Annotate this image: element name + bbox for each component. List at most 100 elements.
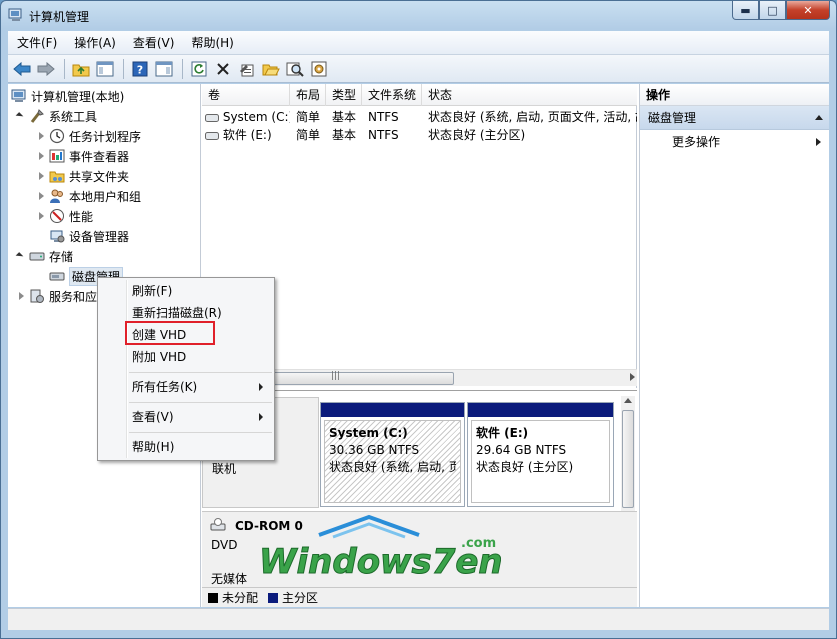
expanded-arrow-icon[interactable] (16, 111, 26, 121)
table-row[interactable]: 软件 (E:) 简单 基本 NTFS 状态良好 (主分区) (202, 126, 637, 144)
legend-unallocated: 未分配 (222, 591, 259, 605)
partition-c[interactable]: System (C:) 30.36 GB NTFS 状态良好 (系统, 启动, … (320, 402, 465, 507)
context-item-all-tasks[interactable]: 所有任务(K) (101, 376, 271, 398)
primary-partition-bar (468, 403, 613, 417)
menu-action[interactable]: 操作(A) (65, 32, 124, 54)
open-folder-button[interactable] (260, 58, 282, 80)
primary-partition-bar (321, 403, 464, 417)
disk-settings-icon (311, 61, 327, 76)
tree-item-device-manager[interactable]: 设备管理器 (49, 226, 129, 246)
maximize-icon: □ (767, 3, 778, 17)
context-item-label: 所有任务(K) (132, 380, 198, 394)
menu-separator (129, 402, 272, 403)
forward-button[interactable] (35, 58, 57, 80)
collapsed-arrow-icon[interactable] (36, 191, 46, 201)
collapsed-arrow-icon[interactable] (36, 211, 46, 221)
toolbar: ? (8, 55, 829, 83)
disk-management-icon (49, 272, 65, 281)
column-header-volume[interactable]: 卷 (202, 84, 290, 106)
forward-arrow-icon (37, 61, 55, 76)
more-actions-item[interactable]: 更多操作 (640, 130, 829, 154)
svg-text:.com: .com (461, 536, 496, 551)
tree-item-storage[interactable]: 存储 (16, 246, 73, 266)
tree-item-services[interactable]: 服务和应 (16, 286, 97, 306)
open-folder-icon (262, 64, 280, 75)
toolbar-separator (64, 58, 65, 79)
action-section-disk-management[interactable]: 磁盘管理 (640, 106, 829, 130)
scroll-up-arrow-icon[interactable] (624, 398, 632, 403)
collapsed-arrow-icon[interactable] (36, 131, 46, 141)
window-controls: ▬ □ ✕ (732, 1, 830, 21)
table-row[interactable]: System (C:) 简单 基本 NTFS 状态良好 (系统, 启动, 页面文… (202, 108, 637, 126)
partition-e[interactable]: 软件 (E:) 29.64 GB NTFS 状态良好 (主分区) (467, 402, 614, 507)
close-button[interactable]: ✕ (786, 1, 830, 20)
settings-button[interactable] (308, 58, 330, 80)
storage-icon (29, 252, 45, 261)
toolbar-separator (182, 58, 183, 79)
collapsed-arrow-icon[interactable] (16, 291, 26, 301)
tree-item-root[interactable]: 计算机管理(本地) (11, 86, 124, 106)
refresh-button[interactable] (188, 58, 210, 80)
column-header-filesystem[interactable]: 文件系统 (362, 84, 422, 106)
context-item-help[interactable]: 帮助(H) (101, 436, 271, 458)
column-header-status[interactable]: 状态 (422, 84, 637, 106)
collapsed-arrow-icon[interactable] (36, 171, 46, 181)
submenu-arrow-icon (816, 138, 821, 146)
collapse-up-icon[interactable] (815, 115, 823, 120)
tree-item-system-tools[interactable]: 系统工具 (16, 106, 97, 126)
action-pane-header: 操作 (640, 84, 829, 106)
help-button[interactable]: ? (129, 58, 151, 80)
up-level-button[interactable] (70, 58, 92, 80)
volume-filesystem: NTFS (368, 110, 399, 124)
tree-label: 存储 (49, 249, 74, 264)
tree-item-task-scheduler[interactable]: 任务计划程序 (36, 126, 141, 146)
minimize-button[interactable]: ▬ (732, 1, 759, 20)
volume-status: 状态良好 (系统, 启动, 页面文件, 活动, 故 (428, 110, 637, 124)
scrollbar-thumb[interactable] (622, 410, 634, 508)
back-arrow-icon (13, 61, 31, 76)
tree-item-local-users[interactable]: 本地用户和组 (36, 186, 141, 206)
tree-item-performance[interactable]: 性能 (36, 206, 93, 226)
tree-label: 计算机管理(本地) (31, 89, 125, 104)
volume-status: 状态良好 (主分区) (428, 128, 526, 142)
toolbar-separator (123, 58, 124, 79)
tools-icon (30, 109, 44, 123)
collapsed-arrow-icon[interactable] (36, 151, 46, 161)
event-viewer-icon (49, 149, 65, 163)
title-bar[interactable]: 计算机管理 ▬ □ ✕ (1, 1, 836, 31)
column-header-type[interactable]: 类型 (326, 84, 362, 106)
show-hide-tree-button[interactable] (94, 58, 116, 80)
status-bar (8, 608, 829, 630)
delete-button[interactable] (212, 58, 234, 80)
context-item-attach-vhd[interactable]: 附加 VHD (101, 346, 271, 368)
create-vhd-highlight-box (125, 321, 215, 345)
submenu-arrow-icon (259, 413, 263, 421)
computer-management-icon (8, 8, 22, 21)
disk-legend: 未分配 主分区 (202, 587, 637, 607)
properties-button[interactable] (236, 58, 258, 80)
device-manager-icon (50, 230, 65, 243)
unallocated-swatch (208, 592, 218, 603)
tree-item-event-viewer[interactable]: 事件查看器 (36, 146, 129, 166)
column-header-layout[interactable]: 布局 (290, 84, 326, 106)
tree-label: 任务计划程序 (69, 129, 142, 144)
console-tree-icon (96, 61, 114, 76)
menu-file[interactable]: 文件(F) (8, 32, 65, 54)
volume-name: 软件 (E:) (222, 128, 272, 142)
menu-help[interactable]: 帮助(H) (182, 32, 241, 54)
context-item-refresh[interactable]: 刷新(F) (101, 280, 271, 302)
menu-view[interactable]: 查看(V) (124, 32, 183, 54)
expanded-arrow-icon[interactable] (16, 251, 26, 261)
tree-item-shared-folders[interactable]: 共享文件夹 (36, 166, 129, 186)
context-item-view[interactable]: 查看(V) (101, 406, 271, 428)
volume-type: 基本 (332, 128, 357, 142)
maximize-button[interactable]: □ (759, 1, 786, 20)
scroll-right-arrow-icon[interactable] (630, 373, 635, 381)
shared-folder-icon (49, 171, 65, 183)
back-button[interactable] (11, 58, 33, 80)
volume-table-header: 卷 布局 类型 文件系统 状态 (202, 84, 637, 106)
volume-name: System (C:) (222, 110, 290, 124)
search-button[interactable] (284, 58, 306, 80)
show-hide-action-pane-button[interactable] (153, 58, 175, 80)
services-icon (30, 289, 44, 303)
